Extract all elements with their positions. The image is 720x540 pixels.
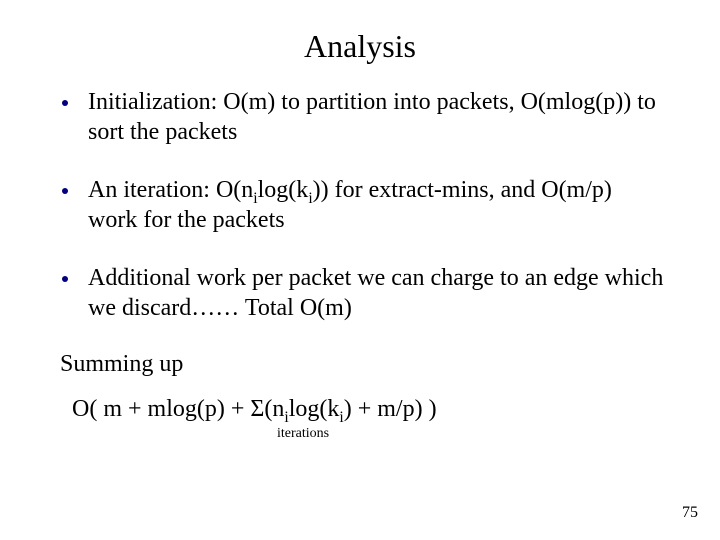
formula-part: log(k: [289, 396, 340, 422]
bullet-text-part: log(k: [258, 177, 309, 203]
bullet-icon: [62, 188, 68, 194]
iterations-label: iterations: [277, 426, 329, 442]
page-number: 75: [682, 504, 698, 522]
slide-root: Analysis Initialization: O(m) to partiti…: [0, 0, 720, 540]
bullet-icon: [62, 100, 68, 106]
formula-part: (n: [264, 396, 284, 422]
bullet-text: Additional work per packet we can charge…: [88, 265, 663, 321]
page-title: Analysis: [54, 28, 666, 65]
formula: O( m + mlog(p) + Σ(nilog(ki) + m/p) ): [72, 396, 437, 423]
list-item: An iteration: O(nilog(ki)) for extract-m…: [54, 175, 666, 235]
bullet-text: Initialization: O(m) to partition into p…: [88, 89, 656, 145]
formula-part: O( m + mlog(p) + Σ: [72, 396, 264, 422]
formula-part: ) + m/p) ): [344, 396, 437, 422]
formula-row: O( m + mlog(p) + Σ(nilog(ki) + m/p) ) it…: [54, 396, 666, 423]
bullet-icon: [62, 276, 68, 282]
list-item: Initialization: O(m) to partition into p…: [54, 87, 666, 147]
bullet-text-part: An iteration: O(n: [88, 177, 253, 203]
list-item: Additional work per packet we can charge…: [54, 263, 666, 323]
bullet-list: Initialization: O(m) to partition into p…: [54, 87, 666, 323]
summing-label: Summing up: [54, 351, 666, 378]
